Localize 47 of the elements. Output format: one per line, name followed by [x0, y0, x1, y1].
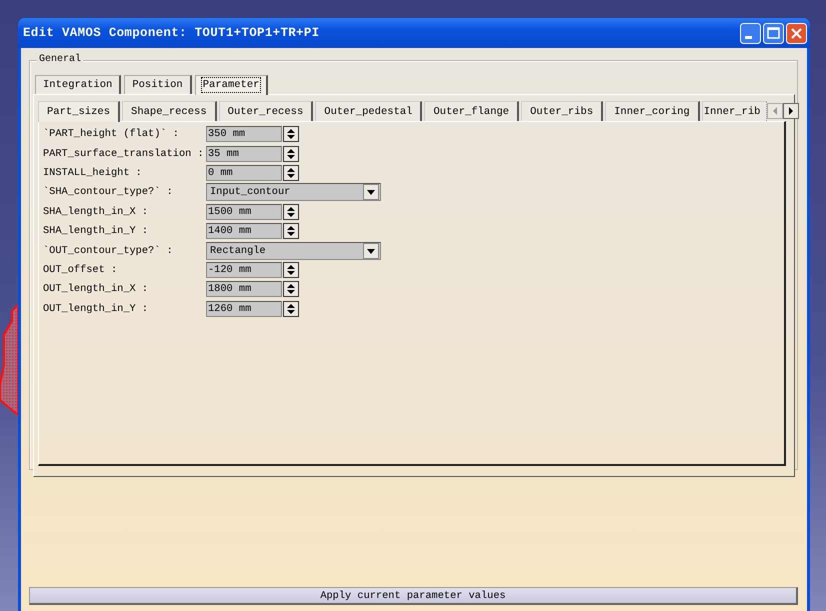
number-input[interactable]: 0 mm [206, 164, 282, 181]
spinner-icon[interactable] [283, 126, 299, 142]
field-label: `SHA_contour_type?` : [43, 186, 174, 198]
field-label: OUT_length_in_X : [43, 283, 150, 296]
close-button[interactable] [786, 22, 807, 44]
number-input[interactable]: 35 mm [206, 146, 282, 162]
tab[interactable]: Outer_flange [424, 101, 520, 121]
scroll-right-button[interactable] [783, 103, 800, 119]
tab[interactable]: Inner_rib [702, 101, 768, 121]
maximize-button[interactable] [763, 22, 784, 44]
tab[interactable]: Position [124, 75, 192, 94]
tab[interactable]: Outer_pedestal [315, 101, 422, 121]
number-input[interactable]: 1800 mm [206, 281, 282, 298]
minimize-button[interactable] [740, 22, 761, 44]
dropdown[interactable]: Input_contour [206, 183, 381, 202]
tab[interactable]: Outer_ribs [521, 101, 604, 121]
group-legend: General [37, 54, 84, 65]
spinner-icon[interactable] [283, 204, 299, 220]
field-label: SHA_length_in_Y : [43, 225, 150, 238]
spinner-icon[interactable] [283, 262, 299, 278]
number-input[interactable]: 350 mm [206, 126, 282, 142]
tab[interactable]: Parameter [194, 75, 268, 95]
spinner-icon[interactable] [283, 300, 299, 317]
number-input[interactable]: 1400 mm [206, 223, 282, 240]
tab[interactable]: Shape_recess [122, 101, 217, 121]
apply-button[interactable]: Apply current parameter values [29, 587, 798, 605]
field-label: INSTALL_height : [43, 166, 143, 179]
tab[interactable]: Outer_recess [218, 101, 314, 121]
field-label: OUT_length_in_Y : [43, 302, 150, 315]
tab[interactable]: Integration [35, 75, 122, 94]
scroll-left-button[interactable] [767, 103, 784, 119]
field-label: OUT_offset : [43, 264, 118, 276]
window-title: Edit VAMOS Component: TOUT1+TOP1+TR+PI [23, 26, 320, 40]
spinner-icon[interactable] [283, 223, 299, 240]
dropdown[interactable]: Rectangle [206, 242, 381, 260]
spinner-icon[interactable] [283, 146, 299, 162]
number-input[interactable]: 1260 mm [206, 300, 282, 317]
spinner-icon[interactable] [283, 281, 299, 298]
tab[interactable]: Inner_coring [605, 101, 700, 121]
spinner-icon[interactable] [283, 164, 299, 181]
tab[interactable]: Part_sizes [38, 101, 120, 122]
number-input[interactable]: 1500 mm [206, 204, 282, 220]
field-label: `OUT_contour_type?` : [43, 244, 174, 257]
number-input[interactable]: -120 mm [206, 262, 282, 278]
field-label: PART_surface_translation : [43, 148, 205, 160]
field-label: `PART_height (flat)` : [43, 128, 180, 140]
field-label: SHA_length_in_X : [43, 206, 150, 218]
